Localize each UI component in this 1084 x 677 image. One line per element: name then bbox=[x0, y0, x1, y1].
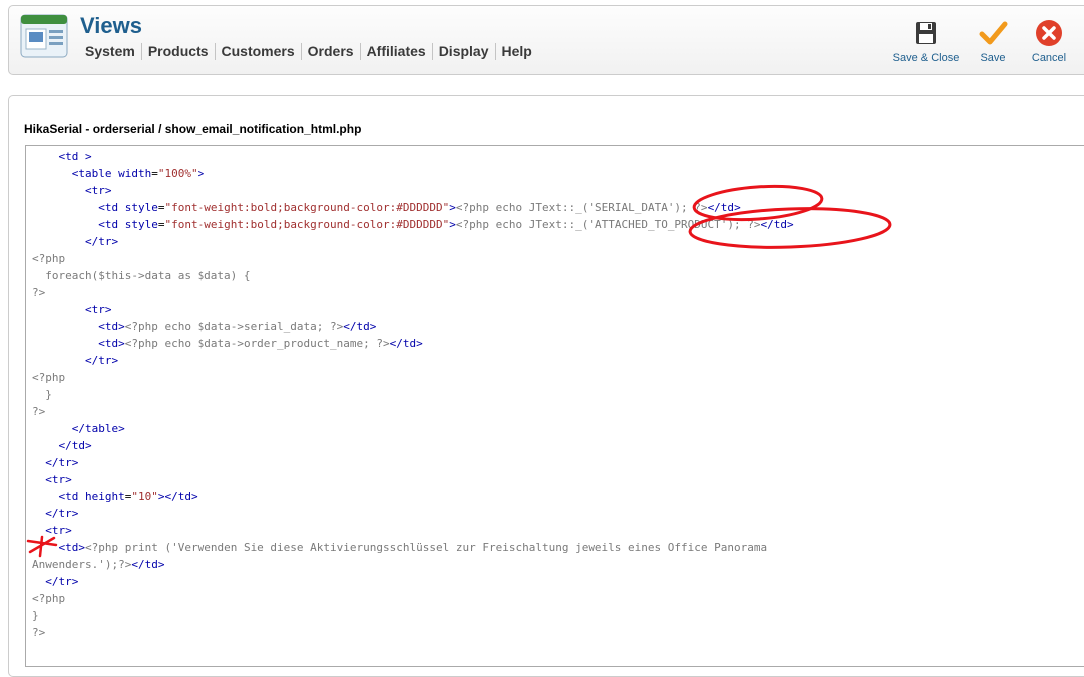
menu-item-display[interactable]: Display bbox=[431, 43, 495, 60]
menu-item-products[interactable]: Products bbox=[140, 43, 215, 60]
code-line: </tr> bbox=[84, 354, 119, 367]
page-title: Views bbox=[80, 13, 142, 38]
code-line: } bbox=[32, 388, 52, 401]
floppy-disk-icon bbox=[916, 22, 936, 44]
code-line: </table> bbox=[71, 422, 125, 435]
cancel-button[interactable]: Cancel bbox=[1021, 18, 1077, 64]
code-line: <td height="10"></td> bbox=[58, 490, 198, 503]
code-line: </tr> bbox=[45, 575, 79, 588]
code-editor[interactable]: <td > <table width="100%"> <tr> <td styl… bbox=[25, 145, 1084, 667]
code-line: <table width="100%"> bbox=[71, 167, 205, 180]
main-menu: System Products Customers Orders Affilia… bbox=[79, 43, 538, 60]
code-line: <tr> bbox=[45, 524, 72, 537]
code-line: <td><?php echo $data->order_product_name… bbox=[98, 337, 423, 350]
save-close-label: Save & Close bbox=[892, 52, 960, 64]
save-label: Save bbox=[980, 52, 1006, 64]
code-line: ?> bbox=[32, 405, 46, 418]
code-line: foreach($this->data as $data) { bbox=[32, 269, 251, 282]
code-line: <?php bbox=[32, 371, 66, 384]
menu-item-affiliates[interactable]: Affiliates bbox=[359, 43, 432, 60]
menu-item-customers[interactable]: Customers bbox=[214, 43, 301, 60]
cancel-label: Cancel bbox=[1031, 52, 1067, 64]
code-line: <td style="font-weight:bold;background-c… bbox=[98, 201, 741, 214]
code-line: <tr> bbox=[45, 473, 72, 486]
content-panel: HikaSerial - orderserial / show_email_no… bbox=[8, 95, 1084, 677]
save-button[interactable]: Save bbox=[968, 18, 1018, 64]
menu-item-system[interactable]: System bbox=[79, 43, 141, 60]
checkmark-icon bbox=[979, 21, 1008, 45]
toolbar: Save & Close Save Cancel bbox=[889, 18, 1077, 64]
code-line: <td><?php print ('Verwenden Sie diese Ak… bbox=[58, 541, 768, 554]
code-line: <td style="font-weight:bold;background-c… bbox=[98, 218, 794, 231]
code-line: <td > bbox=[58, 150, 92, 163]
code-line: ?> bbox=[32, 626, 46, 639]
code-line: <?php bbox=[32, 252, 66, 265]
header-panel: Views System Products Customers Orders A… bbox=[8, 5, 1084, 75]
views-logo-icon bbox=[20, 14, 68, 58]
code-line: <tr> bbox=[84, 303, 112, 316]
code-line: </tr> bbox=[84, 235, 119, 248]
code-line: } bbox=[32, 609, 39, 622]
code-line: <tr> bbox=[84, 184, 112, 197]
menu-item-orders[interactable]: Orders bbox=[300, 43, 360, 60]
file-path-label: HikaSerial - orderserial / show_email_no… bbox=[24, 122, 362, 136]
code-line: </td> bbox=[58, 439, 92, 452]
code-line: <td><?php echo $data->serial_data; ?></t… bbox=[98, 320, 377, 333]
code-line: </tr> bbox=[45, 456, 79, 469]
code-line: Anwenders.');?></td> bbox=[32, 558, 165, 571]
save-close-button[interactable]: Save & Close bbox=[889, 18, 963, 64]
code-line: <?php bbox=[32, 592, 66, 605]
code-line: </tr> bbox=[45, 507, 79, 520]
menu-item-help[interactable]: Help bbox=[494, 43, 538, 60]
code-line: ?> bbox=[32, 286, 46, 299]
cancel-x-icon bbox=[1036, 20, 1062, 46]
